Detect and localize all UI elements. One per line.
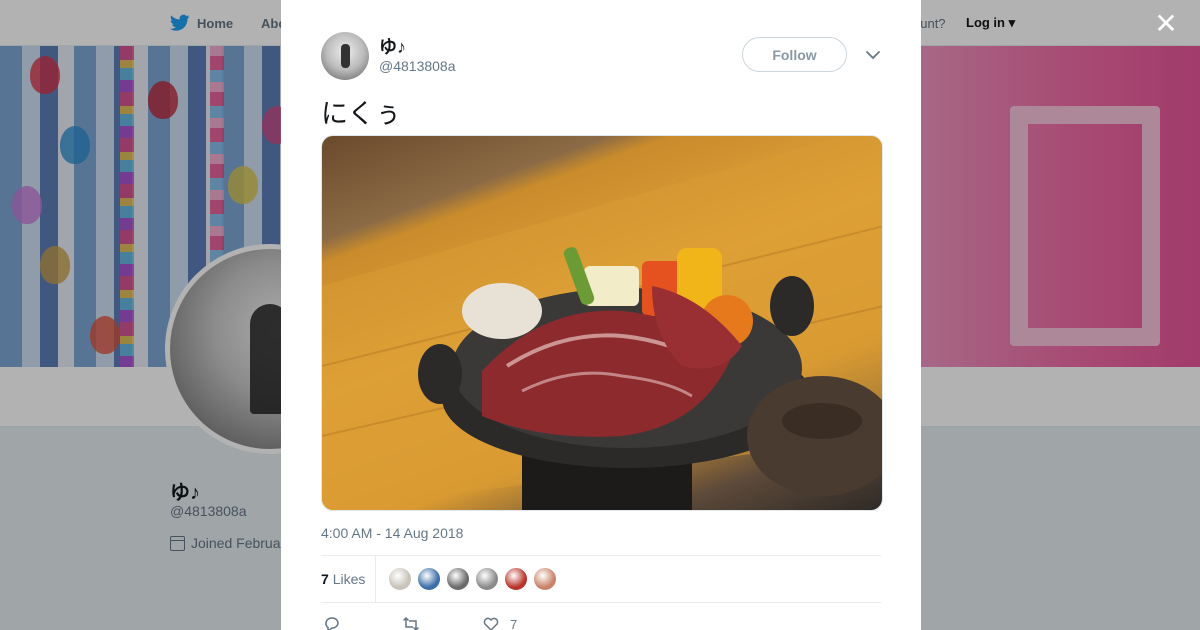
author-avatar[interactable] (321, 32, 369, 80)
author-name[interactable]: ゆ♪ (379, 33, 406, 59)
retweet-icon (402, 616, 420, 630)
liker-avatar[interactable] (504, 567, 528, 591)
tweet-modal: ゆ♪ @4813808a Follow にくぅ 4:00 AM - 14 Aug… (281, 0, 921, 630)
follow-button[interactable]: Follow (742, 37, 847, 72)
photo-illustration (322, 136, 882, 510)
like-count: 7 (510, 616, 518, 630)
liker-avatar[interactable] (388, 567, 412, 591)
author-handle[interactable]: @4813808a (379, 58, 456, 74)
tweet-text: にくぅ (321, 99, 402, 130)
like-button[interactable]: 7 (482, 615, 517, 630)
tweet-timestamp[interactable]: 4:00 AM - 14 Aug 2018 (321, 525, 463, 541)
liker-avatar[interactable] (533, 567, 557, 591)
chevron-down-icon[interactable] (864, 46, 882, 64)
reply-icon (325, 617, 339, 630)
divider (375, 556, 376, 602)
liker-avatar[interactable] (475, 567, 499, 591)
likes-count: 7 (321, 571, 329, 587)
tweet-photo[interactable] (321, 135, 883, 511)
close-icon[interactable]: ✕ (1152, 10, 1180, 38)
liker-avatar[interactable] (446, 567, 470, 591)
divider (321, 555, 881, 556)
divider (321, 602, 881, 603)
likes-label: Likes (332, 571, 366, 587)
likes-stat[interactable]: 7 Likes (321, 571, 365, 587)
retweet-button[interactable] (402, 615, 420, 630)
liker-avatar[interactable] (417, 567, 441, 591)
reply-button[interactable] (323, 615, 341, 630)
heart-icon (483, 617, 499, 630)
